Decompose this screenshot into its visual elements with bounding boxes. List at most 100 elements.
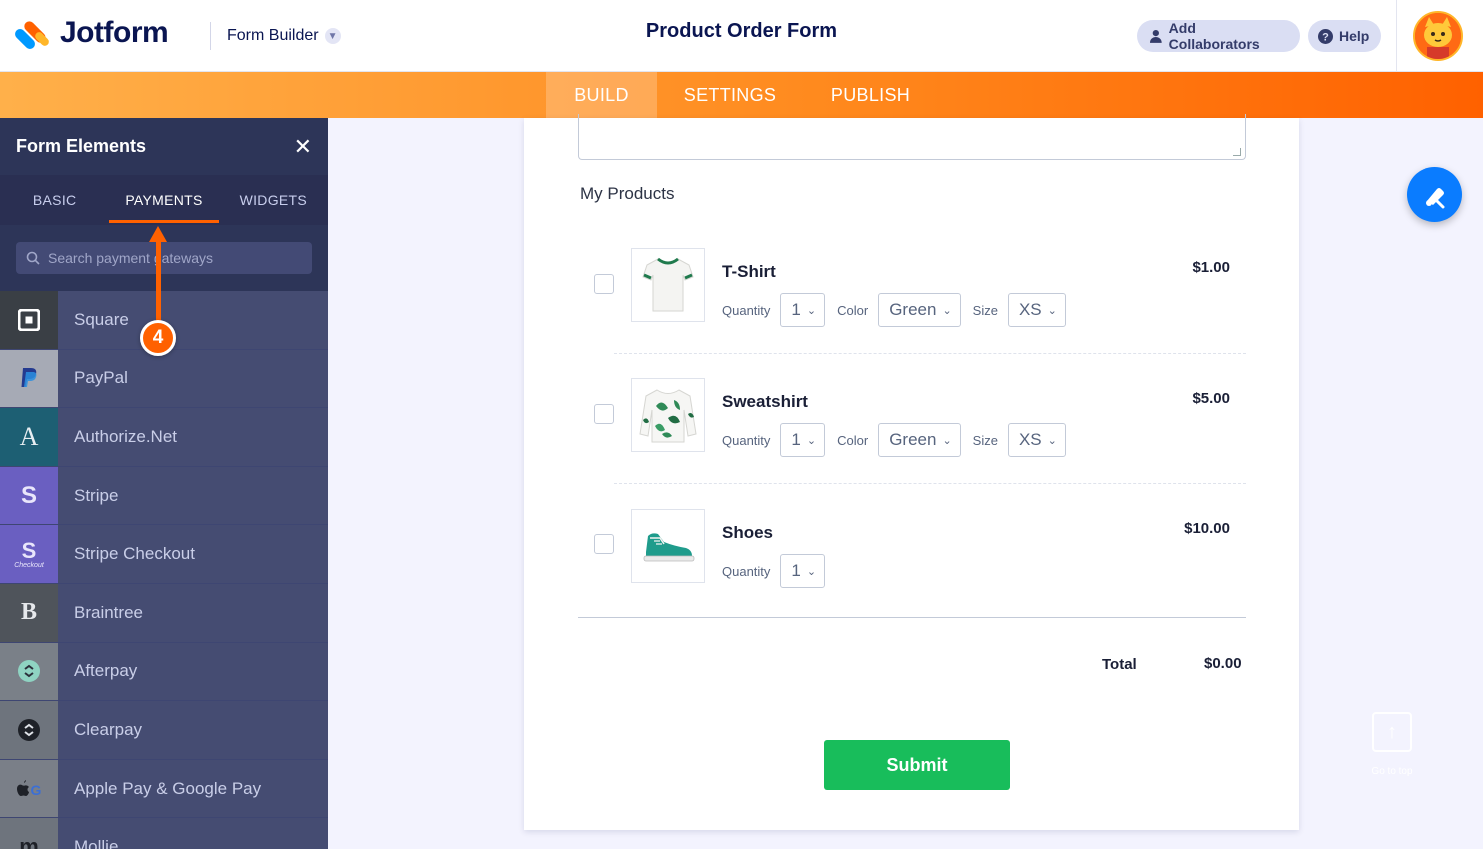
chevron-down-icon: ⌄: [806, 434, 817, 447]
help-label: Help: [1339, 28, 1370, 44]
add-collaborators-button[interactable]: Add Collaborators: [1137, 20, 1300, 52]
quantity-select[interactable]: 1 ⌄: [780, 554, 826, 588]
clearpay-icon: [0, 701, 58, 759]
product-checkbox[interactable]: [594, 404, 614, 424]
list-item-stripe[interactable]: S Stripe: [0, 466, 328, 526]
chevron-down-icon: ⌄: [942, 304, 952, 317]
color-value: Green: [889, 430, 937, 449]
list-item-mollie[interactable]: m Mollie: [0, 818, 328, 849]
chevron-down-icon: ⌄: [1047, 304, 1057, 317]
list-item-afterpay[interactable]: Afterpay: [0, 642, 328, 702]
chevron-down-icon: ⌄: [942, 434, 952, 447]
logo-text: Jotform: [60, 16, 169, 49]
list-item-apple-google-pay[interactable]: G Apple Pay & Google Pay: [0, 759, 328, 819]
builder-nav: BUILD SETTINGS PUBLISH: [0, 72, 1483, 118]
form-designer-button[interactable]: [1407, 167, 1462, 222]
quantity-select[interactable]: 1 ⌄: [780, 293, 826, 327]
product-name: Sweatshirt: [722, 392, 808, 411]
panel-title: Form Elements: [16, 136, 147, 156]
stripe-checkout-sublabel: Checkout: [14, 561, 44, 569]
size-value: XS: [1018, 430, 1042, 449]
paypal-icon: [0, 349, 58, 408]
quantity-label: Quantity: [722, 432, 771, 448]
size-select[interactable]: XS ⌄: [1007, 423, 1066, 457]
quantity-select[interactable]: 1 ⌄: [780, 423, 826, 457]
mollie-icon: m: [0, 818, 58, 849]
list-item-label: Apple Pay & Google Pay: [58, 759, 328, 818]
svg-text:G: G: [31, 782, 42, 798]
product-price: $10.00: [1184, 520, 1230, 537]
tshirt-image: [631, 248, 705, 322]
avatar-icon: [1415, 13, 1461, 59]
sweatshirt-icon: [639, 389, 697, 443]
search-placeholder: Search payment gateways: [48, 250, 213, 266]
stripe-icon: S: [0, 466, 58, 525]
help-button[interactable]: ? Help: [1308, 20, 1381, 52]
product-price: $5.00: [1192, 390, 1230, 407]
list-item-label: Afterpay: [58, 642, 328, 701]
color-label: Color: [837, 302, 869, 318]
list-item-authorize-net[interactable]: A Authorize.Net: [0, 408, 328, 467]
top-bar: Jotform Form Builder ▼ Product Order For…: [0, 0, 1483, 72]
annotation-arrow-head-icon: [149, 226, 167, 242]
quantity-value: 1: [791, 430, 801, 449]
submit-button[interactable]: Submit: [824, 740, 1010, 790]
stripe-checkout-icon: S Checkout: [0, 525, 58, 583]
jotform-logo-icon: [12, 17, 51, 52]
search-icon: [26, 251, 40, 265]
total-value: $0.00: [1204, 655, 1242, 672]
list-item-clearpay[interactable]: Clearpay: [0, 701, 328, 760]
form-builder-menu[interactable]: Form Builder ▼: [210, 22, 341, 50]
tab-basic[interactable]: BASIC: [0, 175, 109, 225]
size-value: XS: [1018, 300, 1042, 319]
jotform-logo[interactable]: Jotform: [12, 16, 169, 52]
size-select[interactable]: XS ⌄: [1007, 293, 1066, 327]
help-icon: ?: [1318, 28, 1333, 44]
product-row-shoes: Shoes $10.00 Quantity 1 ⌄: [594, 509, 1246, 639]
user-menu[interactable]: [1396, 0, 1483, 72]
product-checkbox[interactable]: [594, 534, 614, 554]
total-divider: [578, 617, 1246, 618]
textarea-field[interactable]: [578, 114, 1246, 160]
quantity-label: Quantity: [722, 563, 771, 579]
avatar[interactable]: [1413, 11, 1463, 61]
apple-google-pay-icon: G: [0, 759, 58, 818]
product-options: Quantity 1 ⌄ Color Green ⌄ Size XS ⌄: [722, 293, 1078, 327]
tab-build[interactable]: BUILD: [546, 72, 657, 118]
close-icon[interactable]: ✕: [294, 134, 312, 160]
product-options: Quantity 1 ⌄: [722, 554, 837, 588]
go-to-top-label: Go to top: [1371, 766, 1413, 777]
search-input[interactable]: Search payment gateways: [16, 242, 312, 274]
color-select[interactable]: Green ⌄: [878, 293, 961, 327]
braintree-icon: B: [0, 583, 58, 642]
go-to-top-button[interactable]: ↑ Go to top: [1362, 712, 1422, 777]
color-select[interactable]: Green ⌄: [878, 423, 961, 457]
quantity-value: 1: [791, 300, 801, 319]
list-item-label: Mollie: [58, 818, 328, 849]
arrow-up-icon: ↑: [1372, 712, 1412, 752]
form-builder-label: Form Builder: [227, 27, 319, 44]
authorize-net-icon: A: [0, 408, 58, 466]
tab-publish[interactable]: PUBLISH: [820, 72, 921, 118]
panel-header: Form Elements ✕: [0, 118, 328, 175]
shoe-icon: [643, 533, 695, 562]
product-checkbox[interactable]: [594, 274, 614, 294]
list-item-label: Square: [58, 291, 328, 349]
color-label: Color: [837, 432, 869, 448]
list-item-stripe-checkout[interactable]: S Checkout Stripe Checkout: [0, 525, 328, 584]
tab-settings[interactable]: SETTINGS: [671, 72, 789, 118]
annotation-step-badge: 4: [140, 320, 176, 356]
list-item-braintree[interactable]: B Braintree: [0, 583, 328, 643]
tab-payments[interactable]: PAYMENTS: [109, 175, 219, 225]
add-collaborators-label: Add Collaborators: [1168, 20, 1260, 52]
list-item-label: Stripe Checkout: [58, 525, 328, 583]
shoes-image: [631, 509, 705, 583]
product-price: $1.00: [1192, 259, 1230, 276]
resize-handle-icon[interactable]: [1233, 148, 1241, 156]
tab-widgets[interactable]: WIDGETS: [219, 175, 328, 225]
list-item-paypal[interactable]: PayPal: [0, 349, 328, 409]
quantity-label: Quantity: [722, 302, 771, 318]
list-item-label: Clearpay: [58, 701, 328, 759]
paint-roller-icon: [1425, 187, 1444, 208]
product-row-tshirt: T-Shirt $1.00 Quantity 1 ⌄ Color Green ⌄ S…: [594, 248, 1246, 378]
